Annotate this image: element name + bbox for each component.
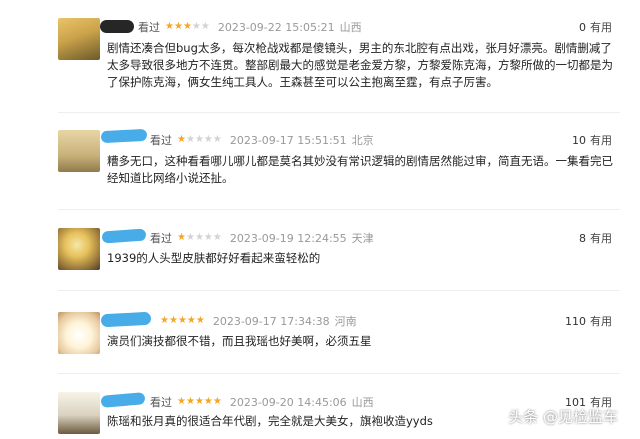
review-datetime: 2023-09-17 15:51:51: [229, 133, 347, 147]
star-icon: ★: [200, 21, 210, 32]
redacted-username: [100, 392, 146, 408]
useful-count: 110: [565, 314, 586, 328]
useful-label[interactable]: 有用: [590, 19, 612, 35]
useful-count: 0: [579, 20, 586, 34]
star-icon: ★: [203, 396, 213, 407]
divider: [58, 373, 620, 374]
review-content: 剧情还凑合但bug太多，每次枪战戏都是傻镜头，男主的东北腔有点出戏，张月好漂亮。…: [107, 41, 613, 89]
avatar[interactable]: [58, 18, 100, 60]
review-datetime: 2023-09-19 12:24:55: [229, 231, 347, 245]
star-icon: ★: [185, 134, 195, 145]
star-icon: ★: [203, 232, 213, 243]
star-icon: ★: [177, 396, 186, 407]
review-datetime: 2023-09-17 17:34:38: [212, 314, 330, 328]
star-icon: ★: [177, 134, 186, 145]
star-icon: ★: [185, 396, 195, 407]
star-icon: ★: [182, 21, 192, 32]
star-icon: ★: [194, 134, 204, 145]
avatar[interactable]: [58, 130, 100, 172]
star-icon: ★: [194, 232, 204, 243]
rating-stars: ★ ★ ★ ★ ★: [160, 316, 205, 326]
review-location: 河南: [334, 315, 357, 328]
review-location: 天津: [351, 232, 374, 245]
watermark: 头条 @见检监车: [508, 408, 618, 426]
star-icon: ★: [186, 315, 196, 326]
review-location: 山西: [339, 21, 362, 34]
star-icon: ★: [185, 232, 195, 243]
star-icon: ★: [194, 396, 204, 407]
review-status: 看过: [150, 134, 172, 147]
review-status: 看过: [150, 396, 172, 409]
redacted-username: [101, 228, 147, 244]
review-content: 演员们演技都很不错，而且我瑶也好美啊，必须五星: [107, 334, 372, 348]
useful-vote[interactable]: 0 有用: [579, 19, 612, 35]
review-status: 看过: [138, 21, 160, 34]
star-icon: ★: [203, 134, 213, 145]
star-icon: ★: [165, 21, 174, 32]
star-icon: ★: [168, 315, 178, 326]
useful-count: 8: [579, 231, 586, 245]
divider: [58, 209, 620, 210]
star-icon: ★: [160, 315, 169, 326]
useful-vote[interactable]: 10 有用: [572, 132, 612, 148]
useful-label[interactable]: 有用: [590, 230, 612, 246]
star-icon: ★: [195, 315, 205, 326]
redacted-username: [100, 311, 152, 328]
redacted-username: [100, 128, 148, 144]
rating-stars: ★ ★ ★ ★ ★: [165, 22, 210, 32]
review-datetime: 2023-09-20 14:45:06: [229, 395, 347, 409]
star-icon: ★: [177, 315, 187, 326]
rating-stars: ★ ★ ★ ★ ★: [177, 397, 222, 407]
star-icon: ★: [212, 134, 222, 145]
useful-label[interactable]: 有用: [590, 313, 612, 329]
star-icon: ★: [173, 21, 183, 32]
review-location: 山西: [351, 396, 374, 409]
redacted-username: [100, 20, 134, 33]
rating-stars: ★ ★ ★ ★ ★: [177, 233, 222, 243]
avatar[interactable]: [58, 392, 100, 434]
useful-vote[interactable]: 8 有用: [579, 230, 612, 246]
review-datetime: 2023-09-22 15:05:21: [217, 20, 335, 34]
useful-vote[interactable]: 110 有用: [565, 313, 612, 329]
star-icon: ★: [177, 232, 186, 243]
divider: [58, 290, 620, 291]
divider: [58, 112, 620, 113]
useful-label[interactable]: 有用: [590, 132, 612, 148]
rating-stars: ★ ★ ★ ★ ★: [177, 135, 222, 145]
star-icon: ★: [212, 396, 222, 407]
useful-count: 10: [572, 133, 586, 147]
star-icon: ★: [191, 21, 201, 32]
review-status: 看过: [150, 232, 172, 245]
avatar[interactable]: [58, 228, 100, 270]
review-content: 1939的人头型皮肤都好好看起来蛮轻松的: [107, 251, 321, 265]
review-content: 糟多无口，这种看看哪儿哪儿都是莫名其妙没有常识逻辑的剧情居然能过审，简直无语。一…: [107, 154, 613, 185]
review-location: 北京: [351, 134, 374, 147]
star-icon: ★: [212, 232, 222, 243]
avatar[interactable]: [58, 312, 100, 354]
